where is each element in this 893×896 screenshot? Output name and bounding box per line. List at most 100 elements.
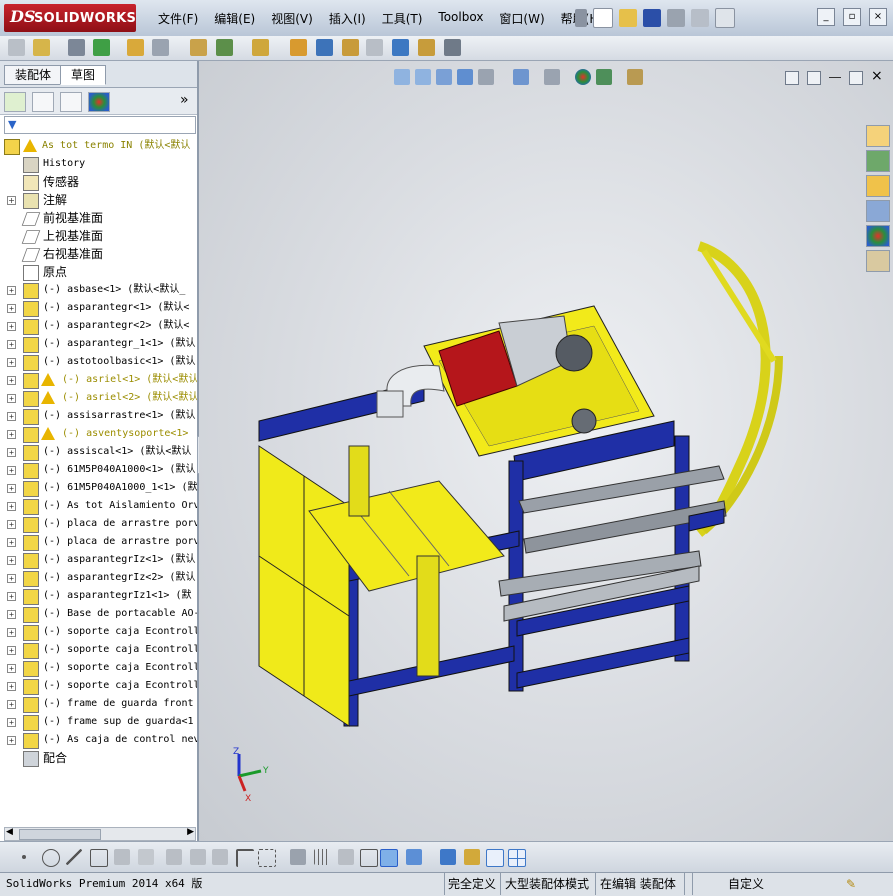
- open-folder-icon[interactable]: [619, 9, 637, 27]
- expand-toggle-icon[interactable]: +: [7, 358, 16, 367]
- scroll-left-icon[interactable]: ◀: [6, 827, 13, 837]
- tree-item[interactable]: + (-) placa de arrastre porv: [0, 533, 197, 551]
- close-icon[interactable]: ×: [869, 8, 887, 26]
- restore-icon[interactable]: ▫: [843, 8, 861, 26]
- feature-tree-tab-icon[interactable]: [4, 92, 26, 112]
- expand-toggle-icon[interactable]: +: [7, 196, 16, 205]
- tree-item[interactable]: 传感器: [0, 173, 197, 191]
- tree-item[interactable]: 右视基准面: [0, 245, 197, 263]
- tree-item[interactable]: + (-) 61M5P040A1000_1<1> (默: [0, 479, 197, 497]
- expand-panel-icon[interactable]: »: [180, 92, 189, 108]
- tree-item[interactable]: + (-) asriel<1> (默认<默认: [0, 371, 197, 389]
- tree-item[interactable]: + (-) frame de guarda front: [0, 695, 197, 713]
- point-icon[interactable]: [22, 855, 26, 859]
- expand-toggle-icon[interactable]: +: [7, 340, 16, 349]
- expand-toggle-icon[interactable]: +: [7, 700, 16, 709]
- appearance-toggle-icon[interactable]: [464, 849, 480, 865]
- expand-toggle-icon[interactable]: +: [7, 718, 16, 727]
- tree-item[interactable]: + (-) asparantegr_1<1> (默认: [0, 335, 197, 353]
- expand-toggle-icon[interactable]: +: [7, 466, 16, 475]
- smart-fasteners-icon[interactable]: [68, 39, 85, 56]
- help-icon[interactable]: [715, 8, 735, 28]
- new-motion-study-icon[interactable]: [290, 39, 307, 56]
- scrollbar-thumb[interactable]: [19, 829, 101, 840]
- tree-item[interactable]: + (-) soporte caja Econtroll: [0, 677, 197, 695]
- tree-item[interactable]: + (-) As tot Aislamiento Orv: [0, 497, 197, 515]
- appearances-icon[interactable]: [866, 225, 890, 247]
- take-snapshot-icon[interactable]: [444, 39, 461, 56]
- expand-toggle-icon[interactable]: +: [7, 682, 16, 691]
- expand-toggle-icon[interactable]: +: [7, 376, 16, 385]
- smart-dimension-icon[interactable]: [258, 849, 276, 867]
- isometric-icon[interactable]: [406, 849, 422, 865]
- property-manager-tab-icon[interactable]: [32, 92, 54, 112]
- expand-toggle-icon[interactable]: +: [7, 484, 16, 493]
- polygon-icon[interactable]: [90, 849, 108, 867]
- assembly-features-icon[interactable]: [216, 39, 233, 56]
- centerline-icon[interactable]: [138, 849, 154, 865]
- view-selector-icon[interactable]: [440, 849, 456, 865]
- fillet-icon[interactable]: [166, 849, 182, 865]
- measure-icon[interactable]: [290, 849, 306, 865]
- single-view-icon[interactable]: [486, 849, 504, 867]
- tree-item[interactable]: + (-) soporte caja Econtroll: [0, 659, 197, 677]
- tree-filter-input[interactable]: ▼: [4, 116, 196, 134]
- tree-item[interactable]: + (-) asparantegr<2> (默认<: [0, 317, 197, 335]
- expand-toggle-icon[interactable]: +: [7, 502, 16, 511]
- tree-item[interactable]: + 注解: [0, 191, 197, 209]
- menu-file[interactable]: 文件(F): [150, 10, 206, 27]
- expand-toggle-icon[interactable]: +: [7, 736, 16, 745]
- configuration-manager-tab-icon[interactable]: [60, 92, 82, 112]
- custom-properties-icon[interactable]: [866, 250, 890, 272]
- menu-insert[interactable]: 插入(I): [321, 10, 374, 27]
- exploded-view-icon[interactable]: [342, 39, 359, 56]
- new-document-icon[interactable]: [593, 8, 613, 28]
- print-icon[interactable]: [667, 9, 685, 27]
- corner-rectangle-icon[interactable]: [236, 849, 254, 867]
- scroll-right-icon[interactable]: ▶: [187, 827, 194, 837]
- new-part-icon[interactable]: [33, 39, 50, 56]
- tree-item[interactable]: + (-) assiscal<1> (默认<默认: [0, 443, 197, 461]
- file-explorer-icon[interactable]: [866, 175, 890, 197]
- tree-item[interactable]: 上视基准面: [0, 227, 197, 245]
- bom-icon[interactable]: [316, 39, 333, 56]
- expand-toggle-icon[interactable]: +: [7, 322, 16, 331]
- mirror-icon[interactable]: [212, 849, 228, 865]
- linear-pattern-icon[interactable]: [93, 39, 110, 56]
- tree-item[interactable]: + (-) soporte caja Econtroll: [0, 641, 197, 659]
- tree-item[interactable]: + (-) asparantegrIz<1> (默认: [0, 551, 197, 569]
- tree-horizontal-scrollbar[interactable]: ◀ ▶: [4, 827, 196, 841]
- mate-icon[interactable]: [127, 39, 144, 56]
- expand-toggle-icon[interactable]: +: [7, 430, 16, 439]
- circle-icon[interactable]: [42, 849, 60, 867]
- tab-sketch[interactable]: 草图: [60, 65, 107, 85]
- expand-toggle-icon[interactable]: +: [7, 412, 16, 421]
- tree-item[interactable]: + (-) Base de portacable AO-: [0, 605, 197, 623]
- offset-icon[interactable]: [190, 849, 206, 865]
- angle-icon[interactable]: [338, 849, 354, 865]
- display-manager-tab-icon[interactable]: [88, 92, 110, 112]
- expand-toggle-icon[interactable]: +: [7, 286, 16, 295]
- four-view-icon[interactable]: [508, 849, 526, 867]
- tree-item[interactable]: + (-) asparantegrIz1<1> (默: [0, 587, 197, 605]
- shaded-view-icon[interactable]: [380, 849, 398, 867]
- minimize-icon[interactable]: _: [817, 8, 835, 26]
- tree-item[interactable]: 原点: [0, 263, 197, 281]
- menu-window[interactable]: 窗口(W): [491, 10, 552, 27]
- line-icon[interactable]: [66, 849, 82, 865]
- tree-item[interactable]: + (-) asparantegr<1> (默认<: [0, 299, 197, 317]
- tree-item[interactable]: + (-) frame sup de guarda<1: [0, 713, 197, 731]
- units-dropdown-icon[interactable]: ✎: [846, 873, 856, 895]
- tree-item[interactable]: + (-) 61M5P040A1000<1> (默认: [0, 461, 197, 479]
- explode-line-icon[interactable]: [366, 39, 383, 56]
- move-component-icon[interactable]: [152, 39, 169, 56]
- expand-toggle-icon[interactable]: +: [7, 610, 16, 619]
- save-icon[interactable]: [643, 9, 661, 27]
- pin-icon[interactable]: [575, 9, 587, 27]
- expand-toggle-icon[interactable]: +: [7, 448, 16, 457]
- expand-toggle-icon[interactable]: +: [7, 664, 16, 673]
- menu-tools[interactable]: 工具(T): [374, 10, 431, 27]
- reference-geometry-icon[interactable]: [252, 39, 269, 56]
- menu-view[interactable]: 视图(V): [263, 10, 321, 27]
- insert-component-icon[interactable]: [8, 39, 25, 56]
